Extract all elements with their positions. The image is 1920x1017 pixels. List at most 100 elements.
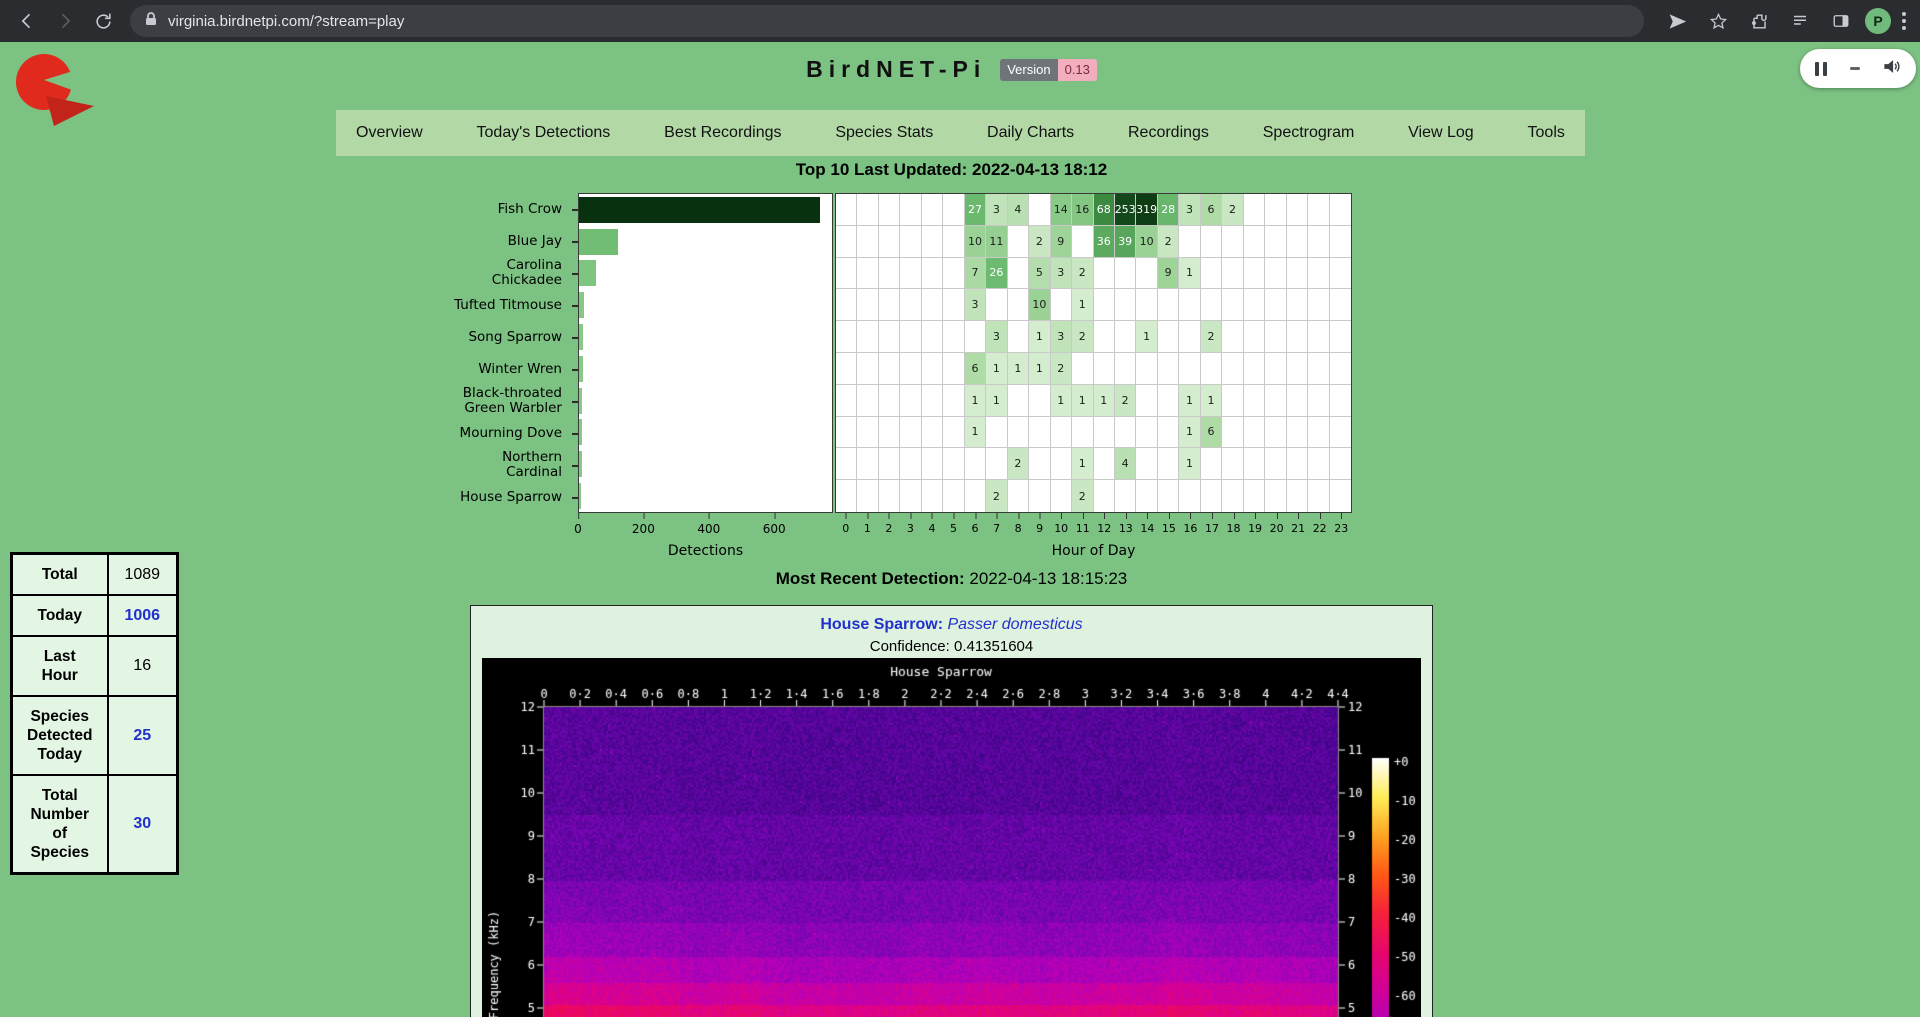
nav-item-today-s-detections[interactable]: Today's Detections	[477, 124, 611, 142]
profile-avatar[interactable]: P	[1865, 8, 1891, 34]
heatmap-cell	[1158, 448, 1179, 479]
reload-icon[interactable]	[86, 4, 120, 38]
audio-player[interactable]	[1800, 49, 1916, 88]
species-link[interactable]: House Sparrow:	[820, 616, 943, 633]
pause-icon[interactable]	[1815, 62, 1827, 76]
heatmap-cell: 3	[1051, 321, 1072, 352]
species-label: Winter Wren	[332, 353, 572, 385]
nav-item-best-recordings[interactable]: Best Recordings	[664, 124, 781, 142]
hour-axis-tick: 22	[1313, 522, 1327, 535]
hour-axis-tick: 6	[972, 522, 979, 535]
detections-bar	[579, 324, 583, 350]
heatmap-cell: 2	[1051, 353, 1072, 384]
heatmap-cell	[1330, 385, 1351, 416]
scientific-name-link[interactable]: Passer domesticus	[947, 616, 1082, 633]
heatmap-cell	[1072, 417, 1093, 448]
nav-item-overview[interactable]: Overview	[356, 124, 423, 142]
heatmap-cell	[836, 385, 857, 416]
heatmap-cell	[879, 226, 900, 257]
heatmap-cell	[900, 258, 921, 289]
seek-dash-icon[interactable]	[1850, 67, 1860, 70]
heatmap-cell	[1029, 480, 1050, 512]
heatmap-cell	[922, 448, 943, 479]
heatmap-cell	[1265, 226, 1286, 257]
heatmap-cell: 3	[965, 289, 986, 320]
bookmark-star-icon[interactable]	[1701, 4, 1735, 38]
menu-kebab-icon[interactable]	[1898, 8, 1910, 34]
nav-item-daily-charts[interactable]: Daily Charts	[987, 124, 1074, 142]
heatmap-cell	[1115, 353, 1136, 384]
hour-axis-tick: 21	[1291, 522, 1305, 535]
nav-item-view-log[interactable]: View Log	[1408, 124, 1474, 142]
heatmap-cell	[1051, 448, 1072, 479]
heatmap-cell	[1029, 448, 1050, 479]
nav-item-species-stats[interactable]: Species Stats	[835, 124, 933, 142]
heatmap-cell	[1201, 480, 1222, 512]
speaker-icon[interactable]	[1882, 57, 1901, 81]
heatmap-cell	[900, 289, 921, 320]
heatmap-cell	[1201, 289, 1222, 320]
heatmap-cell	[1244, 226, 1265, 257]
heatmap-cell	[1051, 289, 1072, 320]
url-text: virginia.birdnetpi.com/?stream=play	[168, 13, 404, 30]
bar-row	[579, 385, 832, 417]
heatmap-cell	[1330, 194, 1351, 225]
nav-item-tools[interactable]: Tools	[1528, 124, 1565, 142]
heatmap-cell	[1179, 480, 1200, 512]
forward-icon[interactable]	[48, 4, 82, 38]
most-recent-label: Most Recent Detection:	[776, 569, 965, 588]
stats-value[interactable]: 25	[108, 696, 178, 775]
padlock-icon[interactable]	[144, 11, 158, 32]
heatmap-cell	[900, 194, 921, 225]
heatmap-row: 22	[836, 480, 1351, 512]
side-panel-icon[interactable]	[1824, 4, 1858, 38]
heatmap-cell	[1265, 480, 1286, 512]
reading-list-icon[interactable]	[1783, 4, 1817, 38]
heatmap-cell	[1330, 448, 1351, 479]
stats-value[interactable]: 1006	[108, 595, 178, 636]
heatmap-cell	[900, 480, 921, 512]
hour-axis-tick: 8	[1015, 522, 1022, 535]
hour-axis-tick: 12	[1097, 522, 1111, 535]
hour-axis-tick: 17	[1205, 522, 1219, 535]
detection-panel: House Sparrow: Passer domesticus Confide…	[470, 605, 1433, 1017]
detections-chart: Fish CrowBlue JayCarolina ChickadeeTufte…	[0, 193, 1903, 573]
heatmap-cell: 9	[1158, 258, 1179, 289]
hour-axis-tick: 4	[928, 522, 935, 535]
heatmap-cell	[1244, 258, 1265, 289]
detections-bar	[579, 483, 581, 509]
hour-axis-tick: 10	[1054, 522, 1068, 535]
version-badge: Version 0.13	[1000, 59, 1097, 81]
heatmap-cell	[1008, 480, 1029, 512]
hour-axis-tick: 2	[885, 522, 892, 535]
heatmap-cell	[1201, 226, 1222, 257]
heatmap-cell	[1201, 258, 1222, 289]
heatmap-cell	[1330, 226, 1351, 257]
extensions-icon[interactable]	[1742, 4, 1776, 38]
nav-item-recordings[interactable]: Recordings	[1128, 124, 1209, 142]
back-icon[interactable]	[10, 4, 44, 38]
heatmap-cell	[1222, 417, 1243, 448]
heatmap-cell: 4	[1008, 194, 1029, 225]
url-bar[interactable]: virginia.birdnetpi.com/?stream=play	[130, 5, 1644, 37]
spectrogram-image	[482, 658, 1421, 1017]
bar-row	[579, 448, 832, 480]
heatmap-cell	[1136, 289, 1157, 320]
heatmap-cell	[1287, 194, 1308, 225]
stats-value[interactable]: 30	[108, 775, 178, 874]
heatmap-cell: 2	[1072, 321, 1093, 352]
send-icon[interactable]	[1660, 4, 1694, 38]
hour-axis-label: Hour of Day	[835, 543, 1352, 559]
heatmap-cell	[900, 353, 921, 384]
heatmap-cell	[922, 480, 943, 512]
heatmap-cell	[1222, 353, 1243, 384]
heatmap-cell	[1308, 258, 1329, 289]
species-label: Northern Cardinal	[332, 449, 572, 481]
heatmap-cell	[1094, 258, 1115, 289]
heatmap-cell: 1	[1201, 385, 1222, 416]
nav-item-spectrogram[interactable]: Spectrogram	[1263, 124, 1355, 142]
top10-heading: Top 10 Last Updated: 2022-04-13 18:12	[0, 160, 1903, 180]
heatmap-cell: 1	[1179, 385, 1200, 416]
heatmap-cell	[1094, 417, 1115, 448]
heatmap-cell: 2	[1072, 258, 1093, 289]
